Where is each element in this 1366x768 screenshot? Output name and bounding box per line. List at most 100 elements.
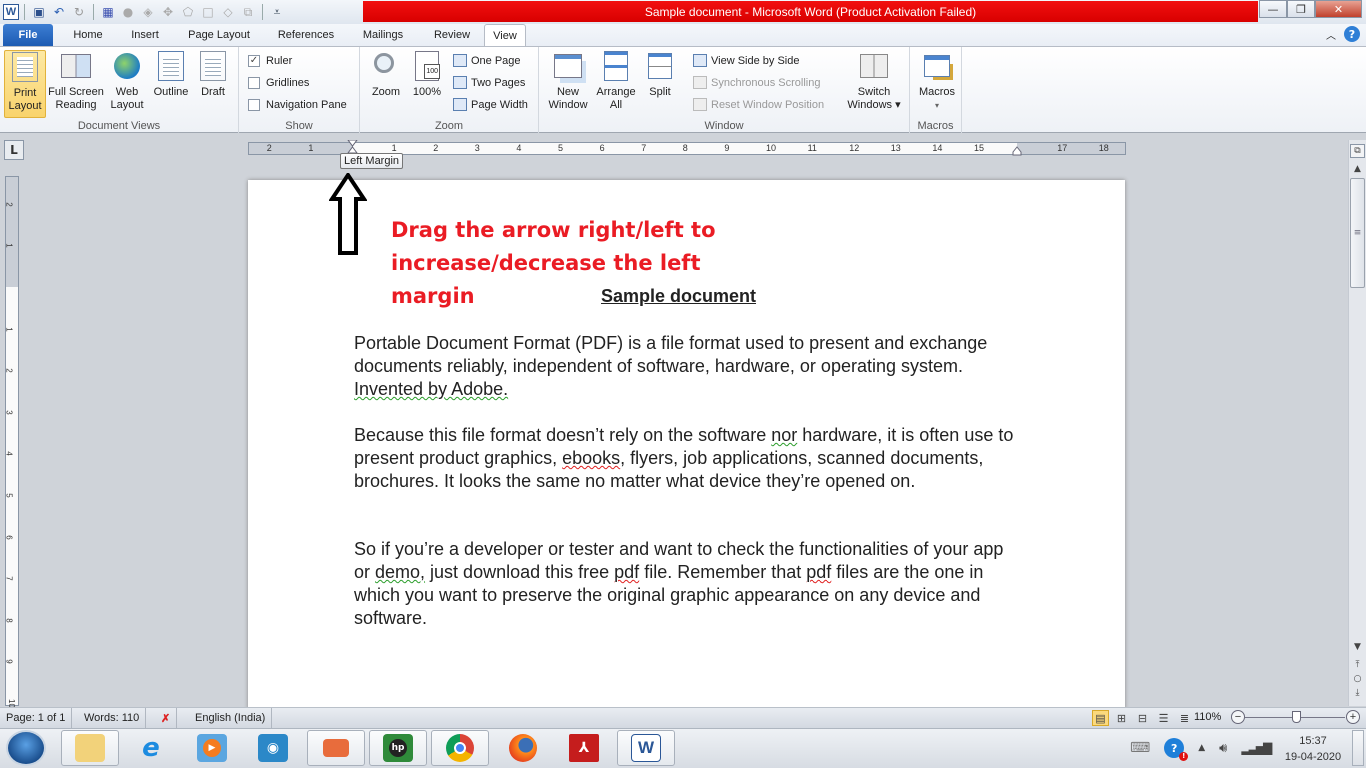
position-icon[interactable]: ✥ (159, 3, 177, 21)
scroll-down-button[interactable]: ▼ (1350, 640, 1365, 654)
grammar-flag[interactable]: nor (771, 425, 797, 445)
view-side-by-side-button[interactable]: View Side by Side (693, 54, 799, 67)
vertical-scrollbar[interactable]: ⧉ ▲ ≡ ▼ ⤒ ○ ⤓ (1348, 140, 1366, 706)
outline-view-icon[interactable]: ☰ (1155, 710, 1172, 726)
macros-button[interactable]: Macros ▾ (916, 50, 958, 112)
paragraph-2[interactable]: Because this file format doesn’t rely on… (354, 424, 1014, 493)
taskbar-presentation-app[interactable] (307, 730, 365, 766)
document-title[interactable]: Sample document (601, 286, 756, 307)
taskbar-firefox[interactable] (494, 730, 552, 766)
tab-page-layout[interactable]: Page Layout (180, 24, 258, 46)
network-signal-icon[interactable]: ▂▃▅▇ (1241, 741, 1272, 755)
two-pages-button[interactable]: Two Pages (453, 76, 525, 89)
new-window-button[interactable]: New Window (543, 50, 593, 112)
left-margin-marker[interactable] (347, 140, 358, 154)
tab-view[interactable]: View (484, 24, 526, 47)
print-layout-view-icon[interactable]: ▤ (1092, 710, 1109, 726)
paragraph-1[interactable]: Portable Document Format (PDF) is a file… (354, 332, 1014, 401)
shading-icon[interactable]: ◇ (219, 3, 237, 21)
page-width-button[interactable]: Page Width (453, 98, 528, 111)
show-desktop-button[interactable] (1352, 730, 1364, 766)
keyboard-icon[interactable]: ⌨ (1130, 740, 1150, 756)
action-center-icon[interactable]: ?! (1164, 738, 1189, 761)
synchronous-scrolling-button[interactable]: Synchronous Scrolling (693, 76, 820, 89)
minimize-ribbon-icon[interactable]: ︿ (1326, 27, 1336, 42)
help-icon[interactable]: ? (1344, 26, 1360, 42)
table-grid-icon[interactable]: ▦ (99, 3, 117, 21)
checkbox-checked[interactable]: ✓ (248, 55, 260, 67)
right-indent-marker[interactable] (1012, 146, 1022, 156)
print-layout-button[interactable]: Print Layout (4, 50, 46, 118)
word-logo-icon[interactable]: W (3, 4, 19, 20)
shape-icon[interactable]: ● (119, 3, 137, 21)
minimize-button[interactable]: — (1259, 0, 1287, 18)
zoom-level[interactable]: 110% (1194, 711, 1221, 723)
tab-insert[interactable]: Insert (124, 24, 166, 46)
gridlines-checkbox[interactable]: Gridlines (248, 77, 309, 89)
outline-button[interactable]: Outline (150, 50, 192, 99)
language[interactable]: English (India) (189, 708, 273, 728)
taskbar-hp-support[interactable]: hp (369, 730, 427, 766)
save-icon[interactable]: ▣ (30, 3, 48, 21)
start-button[interactable] (6, 730, 46, 766)
fill-icon[interactable]: ◈ (139, 3, 157, 21)
web-layout-view-icon[interactable]: ⊟ (1134, 710, 1151, 726)
select-browse-object-button[interactable]: ○ (1350, 672, 1365, 686)
page-count[interactable]: Page: 1 of 1 (0, 708, 73, 728)
border-icon[interactable]: □ (199, 3, 217, 21)
redo-icon[interactable]: ↻ (70, 3, 88, 21)
word-count[interactable]: Words: 110 (78, 708, 147, 728)
undo-icon[interactable]: ↶ (50, 3, 68, 21)
draft-view-icon[interactable]: ≣ (1176, 710, 1193, 726)
tab-references[interactable]: References (272, 24, 340, 46)
ruler-checkbox[interactable]: ✓ Ruler (248, 55, 292, 67)
navigation-pane-checkbox[interactable]: Navigation Pane (248, 99, 347, 111)
spelling-flag[interactable]: ebooks (562, 448, 620, 468)
tab-mailings[interactable]: Mailings (354, 24, 412, 46)
zoom-button[interactable]: Zoom (368, 50, 404, 99)
show-hidden-icons-icon[interactable]: ▲ (1198, 743, 1205, 753)
taskbar-fish-app[interactable]: ◉ (244, 730, 302, 766)
tab-review[interactable]: Review (426, 24, 478, 46)
vertical-ruler[interactable]: 2 1 1 2 3 4 5 6 7 8 9 10 (5, 176, 19, 708)
taskbar-word[interactable]: W (617, 730, 675, 766)
zoom-100-button[interactable]: 100 100% (410, 50, 444, 99)
scroll-up-button[interactable]: ▲ (1350, 162, 1365, 176)
volume-icon[interactable]: 🔊︎ (1219, 741, 1227, 756)
arrange-icon[interactable]: ⧉ (239, 3, 257, 21)
tab-home[interactable]: Home (66, 24, 110, 46)
full-screen-reading-view-icon[interactable]: ⊞ (1113, 710, 1130, 726)
next-page-button[interactable]: ⤓ (1350, 686, 1365, 700)
zoom-out-button[interactable]: − (1231, 710, 1245, 724)
tab-selector-button[interactable]: L (4, 140, 24, 160)
split-button[interactable]: Split (643, 50, 677, 99)
previous-page-button[interactable]: ⤒ (1350, 658, 1365, 672)
proofing-icon[interactable]: ✗ (155, 708, 178, 728)
taskbar-adobe-reader[interactable]: ⅄ (555, 730, 613, 766)
switch-windows-button[interactable]: Switch Windows ▾ (844, 50, 904, 112)
full-screen-reading-button[interactable]: Full Screen Reading (48, 50, 104, 112)
reset-window-position-button[interactable]: Reset Window Position (693, 98, 824, 111)
spelling-flag[interactable]: pdf (614, 562, 639, 582)
clock[interactable]: 15:37 19-04-2020 (1278, 733, 1348, 765)
checkbox-unchecked[interactable] (248, 99, 260, 111)
grammar-flag[interactable]: Invented by Adobe. (354, 379, 508, 399)
web-layout-button[interactable]: Web Layout (108, 50, 146, 112)
customize-icon[interactable]: ⩡ (268, 3, 286, 21)
taskbar-chrome[interactable] (431, 730, 489, 766)
taskbar-file-explorer[interactable] (61, 730, 119, 766)
taskbar-media-player[interactable]: ▶ (183, 730, 241, 766)
draft-button[interactable]: Draft (196, 50, 230, 99)
zoom-in-button[interactable]: + (1346, 710, 1360, 724)
checkbox-unchecked[interactable] (248, 77, 260, 89)
spelling-flag[interactable]: pdf (806, 562, 831, 582)
paragraph-3[interactable]: So if you’re a developer or tester and w… (354, 538, 1014, 630)
grammar-flag[interactable]: demo, (375, 562, 425, 582)
tab-file[interactable]: File (3, 24, 53, 46)
restore-button[interactable]: ❐ (1287, 0, 1315, 18)
zoom-slider-thumb[interactable] (1292, 711, 1301, 723)
arrange-all-button[interactable]: Arrange All (595, 50, 637, 112)
view-ruler-toggle-icon[interactable]: ⧉ (1350, 144, 1365, 158)
scroll-thumb[interactable]: ≡ (1350, 178, 1365, 288)
one-page-button[interactable]: One Page (453, 54, 521, 67)
